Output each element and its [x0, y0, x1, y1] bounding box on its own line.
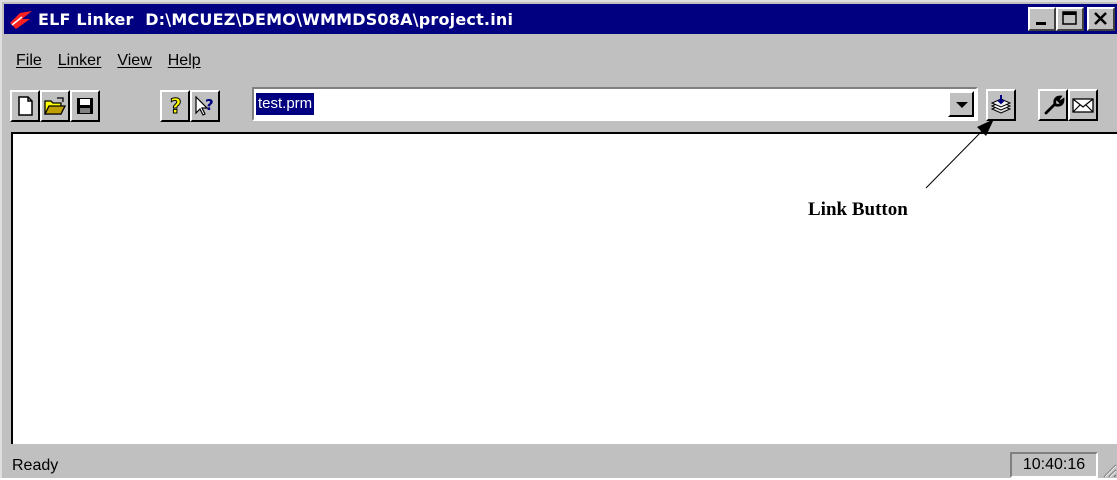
close-icon: [1094, 12, 1107, 25]
status-clock: 10:40:16: [1010, 452, 1098, 478]
new-file-button[interactable]: [10, 90, 40, 122]
menu-bar: File Linker View Help: [4, 46, 205, 76]
project-path: D:\MCUEZ\DEMO\WMMDS08A\project.ini: [145, 9, 514, 29]
open-folder-icon: [43, 97, 67, 115]
help-question-icon: ?: [170, 94, 183, 118]
link-button-annotation: Link Button: [808, 199, 908, 220]
message-envelope-icon: [1072, 98, 1094, 113]
save-disk-icon: [77, 98, 93, 114]
menu-view[interactable]: View: [117, 52, 151, 70]
minimize-button[interactable]: [1028, 7, 1056, 31]
prm-file-combobox[interactable]: test.prm: [252, 87, 978, 121]
minimize-icon: [1036, 22, 1046, 25]
menu-file[interactable]: File: [16, 52, 42, 70]
window-controls: [1028, 7, 1115, 31]
message-output-area[interactable]: [11, 132, 1117, 444]
context-help-icon: ?: [195, 95, 214, 116]
prm-file-value[interactable]: test.prm: [256, 93, 315, 115]
file-button-group: [10, 90, 100, 124]
menu-linker[interactable]: Linker: [58, 52, 102, 70]
options-button[interactable]: [1038, 89, 1068, 121]
elf-linker-logo-icon: [8, 7, 34, 31]
context-help-button[interactable]: ?: [190, 90, 220, 122]
maximize-icon: [1062, 11, 1077, 25]
options-wrench-icon: [1044, 95, 1065, 115]
window-title: ELF Linker D:\MCUEZ\DEMO\WMMDS08A\projec…: [38, 10, 513, 29]
help-button-group: ? ?: [160, 90, 220, 124]
app-name: ELF Linker: [38, 9, 134, 29]
link-button-group: [986, 89, 1016, 123]
new-file-icon: [18, 96, 33, 116]
maximize-button[interactable]: [1056, 7, 1084, 31]
status-bar: Ready 10:40:16: [2, 446, 1117, 480]
open-file-button[interactable]: [40, 90, 70, 122]
message-button[interactable]: [1068, 89, 1098, 121]
save-file-button[interactable]: [70, 90, 100, 122]
menu-help[interactable]: Help: [168, 52, 201, 70]
combo-dropdown-button[interactable]: [948, 91, 974, 117]
svg-text:?: ?: [170, 94, 182, 118]
svg-text:?: ?: [205, 96, 214, 114]
options-button-group: [1038, 89, 1098, 123]
link-button[interactable]: [986, 89, 1016, 121]
link-icon: [990, 95, 1012, 114]
close-button[interactable]: [1087, 7, 1115, 31]
resize-grip-icon[interactable]: [1101, 462, 1117, 478]
title-bar[interactable]: ELF Linker D:\MCUEZ\DEMO\WMMDS08A\projec…: [4, 4, 1117, 34]
help-button[interactable]: ?: [160, 90, 190, 122]
status-text: Ready: [12, 457, 59, 474]
app-window: ELF Linker D:\MCUEZ\DEMO\WMMDS08A\projec…: [0, 0, 1117, 478]
